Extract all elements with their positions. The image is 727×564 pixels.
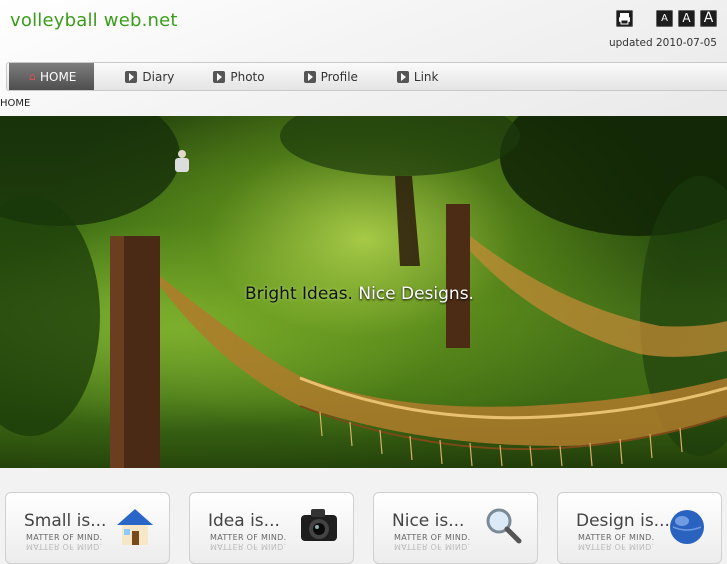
nav-item-label: Link: [413, 69, 439, 84]
hero-tagline: Bright Ideas. Nice Designs.: [245, 284, 474, 304]
feature-box-design[interactable]: Design is... MATTER OF MIND. MATTER OF M…: [557, 492, 722, 564]
main-nav: ⌂ HOME Diary Photo Profile Link: [6, 62, 727, 91]
nav-item-label: Photo: [230, 69, 265, 84]
feature-box-subtitle-reflection: MATTER OF MIND.: [578, 542, 655, 551]
tagline-part-1: Bright Ideas.: [245, 284, 353, 304]
nav-item-link[interactable]: Link: [388, 63, 453, 90]
feature-box-idea[interactable]: Idea is... MATTER OF MIND. MATTER OF MIN…: [189, 492, 354, 564]
feature-box-title: Small is...: [24, 511, 107, 531]
feature-box-subtitle-reflection: MATTER OF MIND.: [26, 542, 103, 551]
feature-box-title: Design is...: [576, 511, 670, 531]
feature-box-subtitle-reflection: MATTER OF MIND.: [394, 542, 471, 551]
tagline-part-2: Nice Designs.: [358, 284, 474, 304]
feature-box-title: Nice is...: [392, 511, 465, 531]
site-title[interactable]: volleyball web.net: [10, 10, 178, 31]
play-arrow-icon: [396, 70, 409, 83]
house-icon: [117, 509, 153, 545]
home-icon: ⌂: [29, 70, 36, 83]
nav-item-label: Diary: [142, 69, 175, 84]
magnifier-icon: [486, 508, 522, 544]
nav-item-profile[interactable]: Profile: [295, 63, 372, 90]
nav-item-label: Profile: [320, 69, 358, 84]
feature-box-nice[interactable]: Nice is... MATTER OF MIND. MATTER OF MIN…: [373, 492, 538, 564]
play-arrow-icon: [303, 70, 316, 83]
nav-item-diary[interactable]: Diary: [116, 63, 188, 90]
font-size-large-button[interactable]: A: [700, 10, 717, 27]
font-size-small-button[interactable]: A: [656, 10, 673, 27]
updated-date: updated 2010-07-05: [608, 37, 717, 49]
printer-icon[interactable]: [616, 10, 633, 27]
nav-item-photo[interactable]: Photo: [204, 63, 278, 90]
nav-item-label: HOME: [39, 69, 77, 84]
play-arrow-icon: [125, 70, 138, 83]
globe-icon: [670, 510, 704, 544]
font-size-medium-button[interactable]: A: [678, 10, 695, 27]
feature-box-subtitle: MATTER OF MIND.: [210, 533, 287, 542]
feature-box-subtitle: MATTER OF MIND.: [394, 533, 471, 542]
nav-item-home[interactable]: ⌂ HOME: [9, 63, 95, 90]
feature-boxes: Small is... MATTER OF MIND. MATTER OF MI…: [5, 492, 722, 564]
toolbar: A A A: [616, 10, 717, 27]
feature-box-title: Idea is...: [208, 511, 280, 531]
feature-box-subtitle: MATTER OF MIND.: [26, 533, 103, 542]
hero-image: Bright Ideas. Nice Designs.: [0, 116, 727, 468]
camera-icon: [301, 509, 337, 541]
play-arrow-icon: [213, 70, 226, 83]
feature-box-subtitle-reflection: MATTER OF MIND.: [210, 542, 287, 551]
feature-box-small[interactable]: Small is... MATTER OF MIND. MATTER OF MI…: [5, 492, 170, 564]
breadcrumb: HOME: [0, 98, 31, 109]
feature-box-subtitle: MATTER OF MIND.: [578, 533, 655, 542]
